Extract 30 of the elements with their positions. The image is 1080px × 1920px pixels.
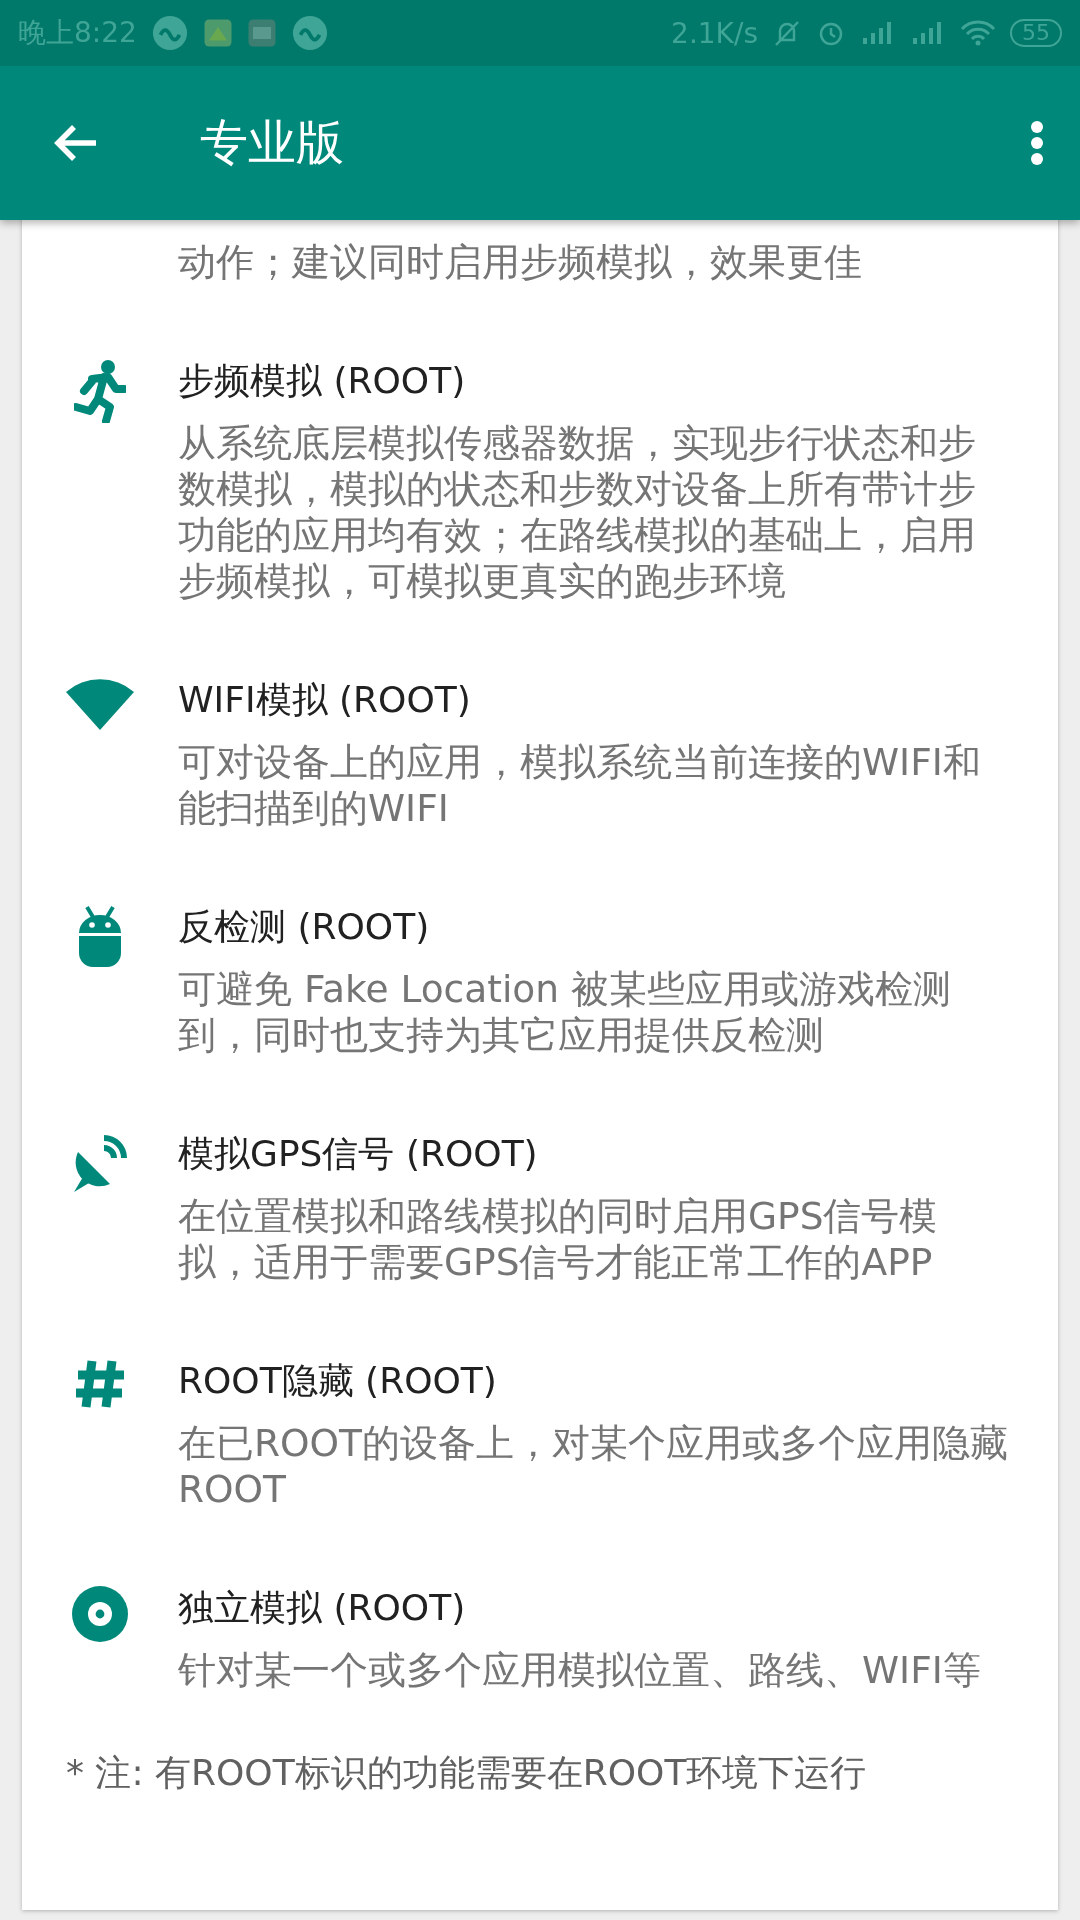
feature-description: 在已ROOT的设备上，对某个应用或多个应用隐藏ROOT bbox=[178, 1420, 1008, 1512]
app-notification-icon bbox=[290, 14, 329, 52]
feature-description: 针对某一个或多个应用模拟位置、路线、WIFI等 bbox=[178, 1647, 982, 1693]
feature-description: 从系统底层模拟传感器数据，实现步行状态和步数模拟，模拟的状态和步数对设备上所有带计步功能的应用均有效；在路线模拟的基础上，启用步频模拟，可模拟更真实的跑步环境 bbox=[178, 420, 977, 604]
status-time: 晚上8:22 bbox=[18, 15, 137, 51]
app-title: 专业版 bbox=[200, 113, 344, 172]
feature-title: 反检测 (ROOT) bbox=[178, 905, 431, 949]
disc-icon bbox=[72, 1586, 128, 1642]
wifi-icon bbox=[960, 19, 996, 47]
app-notification-icon bbox=[202, 18, 233, 48]
back-arrow-icon[interactable] bbox=[54, 123, 98, 163]
feature-description: 动作；建议同时启用步频模拟，效果更佳 bbox=[178, 239, 863, 285]
running-person-icon bbox=[74, 359, 126, 423]
network-speed: 2.1K/s bbox=[671, 16, 758, 50]
feature-title: 步频模拟 (ROOT) bbox=[178, 359, 467, 403]
feature-description: 可避免 Fake Location 被某些应用或游戏检测到，同时也支持为其它应用提供反检测 bbox=[178, 966, 952, 1058]
wifi-icon bbox=[66, 678, 134, 730]
app-notification-icon bbox=[150, 14, 189, 52]
footnote: * 注: 有ROOT标识的功能需要在ROOT环境下运行 bbox=[66, 1751, 868, 1795]
android-icon bbox=[77, 905, 123, 967]
app-notification-icon bbox=[246, 18, 277, 48]
hash-icon bbox=[74, 1359, 126, 1409]
feature-description: 在位置模拟和路线模拟的同时启用GPS信号模拟，适用于需要GPS信号才能正常工作的APP bbox=[178, 1193, 939, 1285]
feature-title: ROOT隐藏 (ROOT) bbox=[178, 1359, 498, 1403]
battery-indicator: 55 bbox=[1010, 19, 1062, 47]
feature-description: 可对设备上的应用，模拟系统当前连接的WIFI和能扫描到的WIFI bbox=[178, 739, 982, 831]
more-menu-icon[interactable] bbox=[1030, 120, 1044, 166]
feature-title: 独立模拟 (ROOT) bbox=[178, 1586, 467, 1630]
feature-title: WIFI模拟 (ROOT) bbox=[178, 678, 472, 722]
feature-title: 模拟GPS信号 (ROOT) bbox=[178, 1132, 539, 1176]
